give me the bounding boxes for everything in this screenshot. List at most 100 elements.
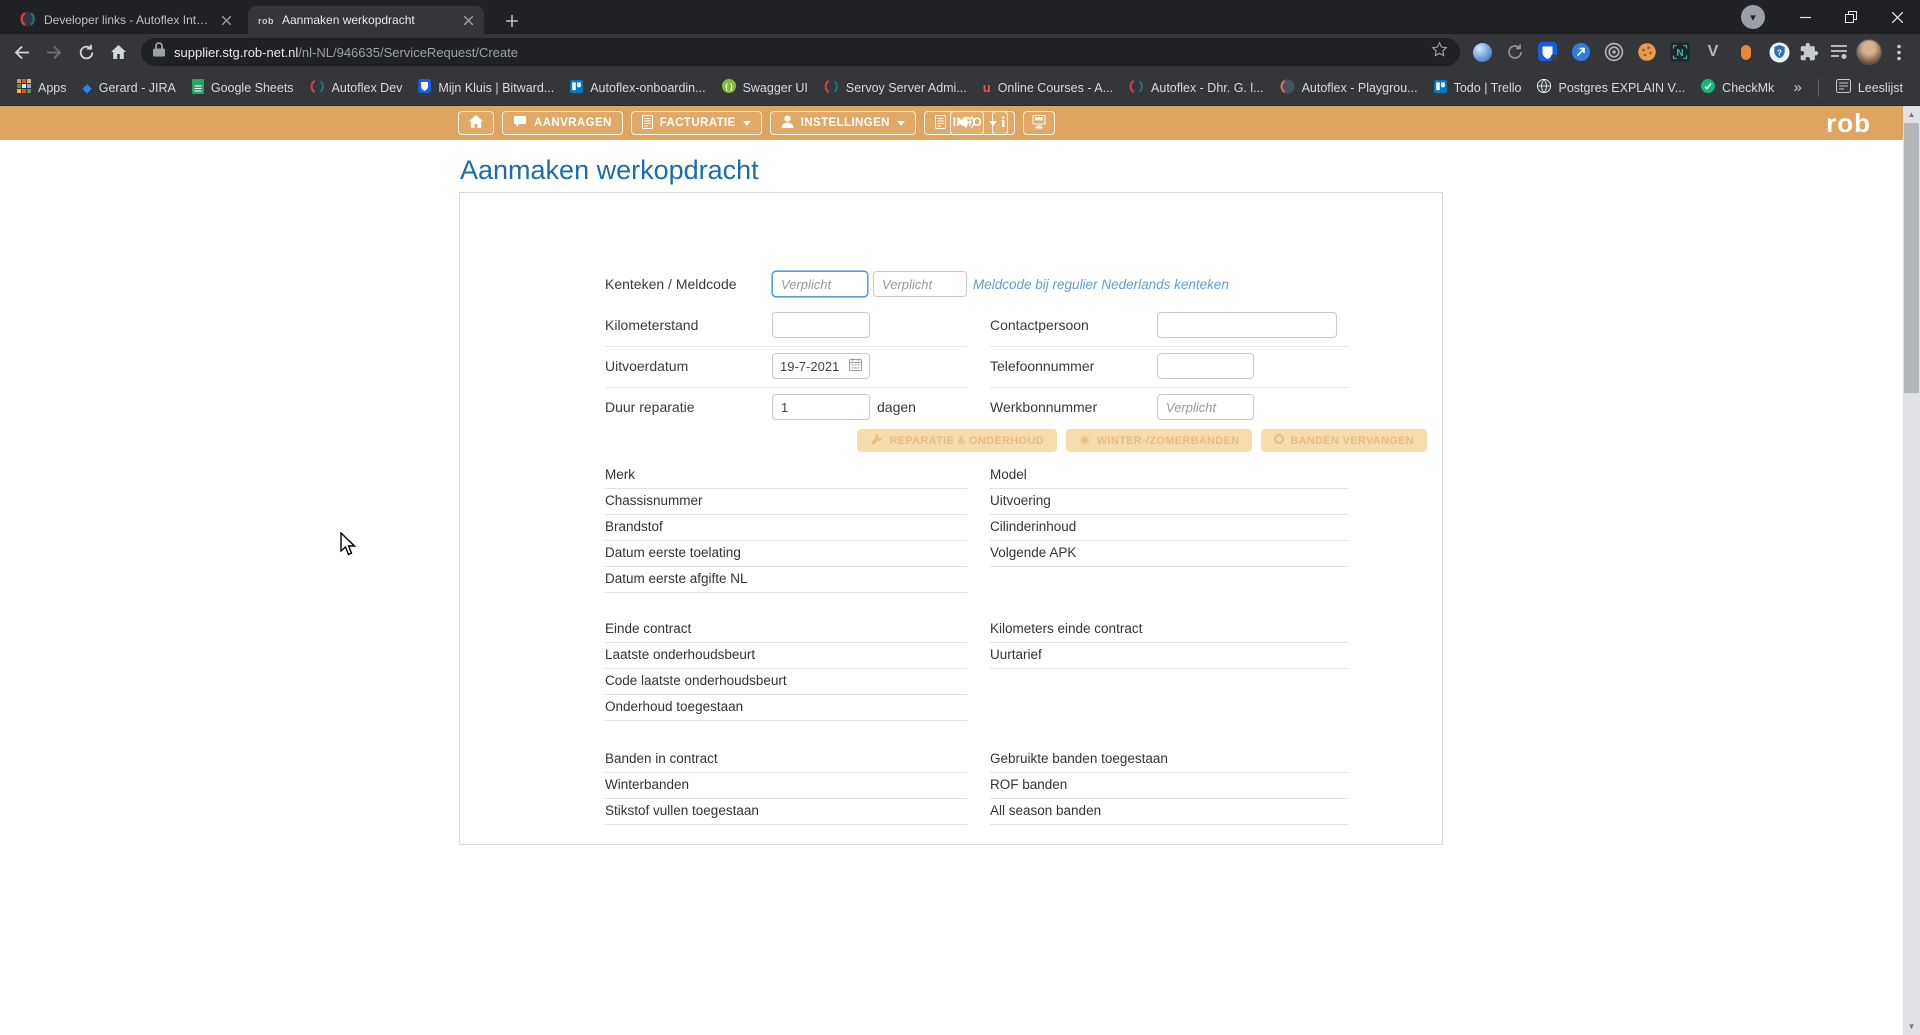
window-restore-button[interactable] — [1828, 0, 1874, 34]
refresh-extension-icon[interactable] — [1501, 38, 1529, 66]
vimium-extension-icon[interactable]: V — [1699, 38, 1727, 66]
bookmark-item[interactable]: Autoflex Dev — [303, 75, 410, 101]
action-button-label: BANDEN VERVANGEN — [1290, 435, 1414, 447]
new-tab-button[interactable] — [500, 9, 524, 33]
nav-item-aanvragen[interactable]: AANVRAGEN — [502, 111, 623, 135]
uitvoerdatum-input[interactable]: 19-7-2021 — [772, 353, 870, 379]
action-button-2[interactable]: BANDEN VERVANGEN — [1261, 429, 1427, 452]
home-icon[interactable] — [103, 37, 133, 67]
bookmarks-list: Apps◆Gerard - JIRAGoogle SheetsAutoflex … — [10, 75, 1781, 101]
bookmark-label: Autoflex - Dhr. G. l... — [1151, 81, 1264, 95]
media-controls-icon[interactable] — [1825, 38, 1853, 66]
bookmark-item[interactable]: Autoflex - Dhr. G. l... — [1122, 75, 1271, 101]
kenteken-input[interactable] — [772, 271, 868, 297]
info-label: Datum eerste afgifte NL — [605, 571, 748, 586]
bookmark-item[interactable]: Servoy Server Admi... — [817, 75, 974, 101]
info-label: Volgende APK — [990, 545, 1076, 560]
window-minimize-button[interactable] — [1782, 0, 1828, 34]
target-extension-icon[interactable] — [1600, 38, 1628, 66]
caret-down-icon — [897, 117, 905, 129]
bookmark-item[interactable]: Google Sheets — [185, 75, 301, 101]
bookmarks-bar: Apps◆Gerard - JIRAGoogle SheetsAutoflex … — [0, 70, 1920, 106]
bookmark-item[interactable]: CheckMk — [1694, 75, 1781, 100]
info-label: Stikstof vullen toegestaan — [605, 803, 759, 818]
bookmark-item[interactable]: { } Swagger UI — [715, 75, 815, 100]
checkmk-icon — [1701, 79, 1715, 96]
tab-close-icon[interactable] — [460, 12, 476, 28]
bookmark-label: Swagger UI — [743, 81, 808, 95]
scrollbar-thumb[interactable] — [1904, 123, 1919, 393]
page-scrollbar[interactable]: ▲ ▼ — [1903, 106, 1920, 1035]
bookmark-item[interactable]: Autoflex - Playgrou... — [1273, 75, 1425, 101]
tab-close-icon[interactable] — [218, 12, 234, 28]
invoice-icon — [642, 115, 653, 132]
nav-item-facturatie[interactable]: FACTURATIE — [631, 111, 762, 135]
werkbonnummer-input[interactable] — [1157, 394, 1254, 420]
puzzle-icon[interactable] — [1795, 38, 1823, 66]
svg-text:{ }: { } — [725, 82, 733, 91]
url-path: /nl-NL/946635/ServiceRequest/Create — [298, 45, 518, 60]
address-bar[interactable]: supplier.stg.rob-net.nl/nl-NL/946635/Ser… — [141, 38, 1460, 66]
globe-icon — [1537, 79, 1551, 96]
action-buttons-row: REPARATIE & ONDERHOUD ☀WINTER-/ZOMERBANDE… — [857, 429, 1427, 452]
nav-item-instellingen[interactable]: INSTELLINGEN — [770, 111, 916, 135]
info-row: Winterbanden — [605, 773, 967, 799]
werkbonnummer-label: Werkbonnummer — [990, 399, 1097, 415]
bookmark-label: Todo | Trello — [1454, 81, 1522, 95]
bitwarden-extension-icon[interactable] — [1534, 38, 1562, 66]
divider — [605, 346, 967, 347]
orange-dot-extension-icon[interactable] — [1732, 38, 1760, 66]
reading-list-button[interactable]: Leeslijst — [1829, 75, 1910, 100]
nav-item-label: INSTELLINGEN — [801, 117, 890, 129]
browser-tab-aanmaken-werkopdracht[interactable]: rob Aanmaken werkopdracht — [248, 6, 484, 34]
bookmark-item[interactable]: Todo | Trello — [1427, 76, 1529, 100]
bookmarks-overflow-icon[interactable]: » — [1787, 79, 1807, 96]
info-label: Chassisnummer — [605, 493, 703, 508]
bookmark-item[interactable]: Apps — [10, 75, 74, 100]
kenteken-label: Kenteken / Meldcode — [605, 276, 737, 292]
window-close-button[interactable] — [1874, 0, 1920, 34]
notion-extension-icon[interactable]: N — [1666, 38, 1694, 66]
browser-menu-icon[interactable] — [1885, 38, 1913, 66]
bookmark-item[interactable]: Postgres EXPLAIN V... — [1530, 75, 1692, 100]
page-title: Aanmaken werkopdracht — [460, 155, 759, 186]
cookie-extension-icon[interactable] — [1633, 38, 1661, 66]
udemy-icon: u — [983, 81, 991, 95]
shield-question-extension-icon[interactable]: ? — [1765, 38, 1793, 66]
bookmark-label: Gerard - JIRA — [99, 81, 176, 95]
browser-tab-developer-links[interactable]: Developer links - Autoflex Intern — [10, 6, 242, 34]
action-button-0[interactable]: REPARATIE & ONDERHOUD — [857, 429, 1056, 452]
duur-reparatie-input[interactable] — [772, 394, 870, 420]
trello-icon — [1434, 80, 1447, 96]
meldcode-input[interactable] — [873, 271, 967, 297]
bookmark-item[interactable]: Autoflex-onboardin... — [563, 76, 712, 100]
lock-icon — [153, 42, 165, 62]
scroll-up-icon[interactable]: ▲ — [1903, 106, 1920, 123]
calendar-icon[interactable] — [849, 358, 862, 374]
bookmark-label: Servoy Server Admi... — [846, 81, 967, 95]
nav-button-info-i-icon[interactable]: i — [992, 111, 1015, 135]
bookmark-item[interactable]: ◆Gerard - JIRA — [76, 77, 183, 99]
scroll-down-icon[interactable]: ▼ — [1903, 1018, 1920, 1035]
uitvoerdatum-label: Uitvoerdatum — [605, 358, 688, 374]
action-button-1[interactable]: ☀WINTER-/ZOMERBANDEN — [1066, 429, 1253, 452]
bookmark-item[interactable]: uOnline Courses - A... — [976, 77, 1120, 99]
avatar[interactable] — [1855, 38, 1883, 66]
bookmark-item[interactable]: Mijn Kluis | Bitward... — [411, 75, 561, 100]
back-icon[interactable] — [7, 37, 37, 67]
reload-icon[interactable] — [71, 37, 101, 67]
contactpersoon-input[interactable] — [1157, 312, 1337, 338]
telefoonnummer-input[interactable] — [1157, 353, 1254, 379]
sphere-extension-icon[interactable] — [1468, 38, 1496, 66]
forward-icon[interactable] — [39, 37, 69, 67]
browser-update-indicator[interactable]: ▾ — [1733, 0, 1773, 34]
nav-button-speaker-icon[interactable] — [950, 111, 984, 135]
nav-button-printer-icon[interactable] — [1023, 111, 1055, 135]
kilometerstand-input[interactable] — [772, 312, 870, 338]
nav-home-button[interactable] — [458, 111, 494, 135]
share-arrow-extension-icon[interactable] — [1567, 38, 1595, 66]
info-label: Cilinderinhoud — [990, 519, 1076, 534]
info-label: Merk — [605, 467, 635, 482]
autoflex-icon — [310, 79, 325, 97]
bookmark-star-icon[interactable] — [1431, 41, 1448, 63]
